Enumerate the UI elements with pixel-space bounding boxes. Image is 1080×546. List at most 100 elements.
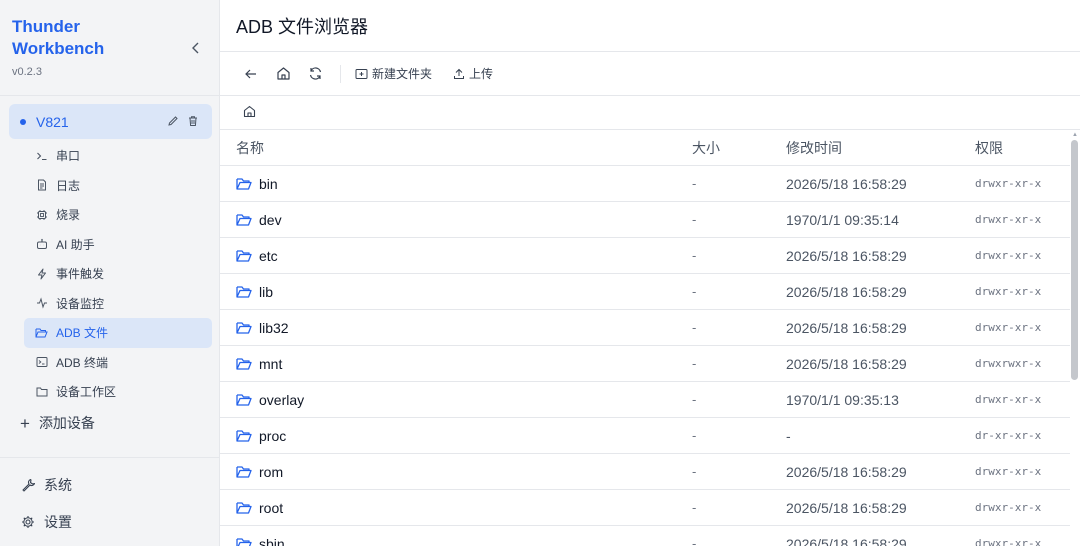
folder-icon (236, 356, 252, 372)
settings-button[interactable]: 设置 (20, 512, 72, 532)
file-modified: 1970/1/1 09:35:14 (786, 211, 899, 228)
column-name[interactable]: 名称 (220, 138, 676, 158)
file-permissions: drwxr-xr-x (975, 537, 1042, 546)
folder-icon (236, 464, 252, 480)
file-size: - (692, 464, 697, 479)
collapse-sidebar-button[interactable] (188, 40, 204, 56)
nav-label: 日志 (56, 178, 81, 193)
file-name-cell: proc (220, 428, 676, 444)
nav-label: ADB 终端 (56, 355, 109, 370)
upload-icon (452, 67, 465, 80)
refresh-icon[interactable] (306, 65, 324, 83)
add-device-label: 添加设备 (38, 415, 95, 431)
table-row[interactable]: mnt - 2026/5/18 16:58:29 drwxrwxr-x (220, 346, 1070, 382)
device-item[interactable]: V821 (9, 104, 212, 139)
app-title-line1: Thunder (12, 17, 80, 36)
new-folder-button[interactable]: 新建文件夹 (355, 65, 432, 82)
robot-icon (35, 238, 48, 251)
folder-icon (236, 176, 252, 192)
device-nav: 串口 日志 烧录 AI 助手 事件触发 设备监控 ADB 文件 ADB 终端 设… (24, 141, 212, 407)
file-name: lib (259, 283, 274, 300)
terminal-box-icon (35, 356, 48, 369)
app-title-line2: Workbench (12, 39, 105, 58)
settings-label: 设置 (44, 514, 72, 530)
file-permissions: drwxr-xr-x (975, 501, 1042, 514)
folder-icon (236, 428, 252, 444)
delete-device-icon[interactable] (186, 114, 200, 128)
folder-icon (236, 284, 252, 300)
toolbar: 新建文件夹 上传 (220, 52, 1080, 96)
scrollbar[interactable]: ▲ (1069, 130, 1080, 546)
file-permissions: drwxr-xr-x (975, 177, 1042, 190)
breadcrumb-home-icon[interactable] (243, 105, 256, 121)
plus-icon: + (20, 413, 30, 433)
file-name-cell: bin (220, 176, 676, 192)
nav-item-device-monitor[interactable]: 设备监控 (24, 289, 212, 319)
scroll-thumb[interactable] (1071, 140, 1078, 380)
table-row[interactable]: root - 2026/5/18 16:58:29 drwxr-xr-x (220, 490, 1070, 526)
file-name-cell: etc (220, 248, 676, 264)
nav-item-log[interactable]: 日志 (24, 171, 212, 201)
sidebar: Thunder Workbench v0.2.3 V821 串口 日志 烧录 A… (0, 0, 220, 546)
table-row[interactable]: proc - - dr-xr-xr-x (220, 418, 1070, 454)
file-name: root (259, 499, 284, 516)
upload-button[interactable]: 上传 (452, 65, 493, 82)
file-permissions: drwxrwxr-x (975, 357, 1042, 370)
breadcrumb (220, 96, 1080, 130)
column-modified[interactable]: 修改时间 (770, 138, 959, 158)
scroll-up-icon[interactable]: ▲ (1072, 132, 1078, 138)
edit-device-icon[interactable] (166, 114, 180, 128)
terminal-icon (35, 149, 48, 162)
file-name-cell: dev (220, 212, 676, 228)
nav-item-device-workspace[interactable]: 设备工作区 (24, 377, 212, 407)
nav-item-flash[interactable]: 烧录 (24, 200, 212, 230)
document-icon (35, 179, 48, 192)
file-name-cell: lib (220, 284, 676, 300)
home-icon[interactable] (274, 65, 292, 83)
back-icon[interactable] (242, 65, 260, 83)
lightning-icon (35, 267, 48, 280)
add-device-button[interactable]: + 添加设备 (20, 413, 95, 433)
folder-icon (35, 385, 48, 398)
file-name: bin (259, 175, 278, 192)
nav-item-adb-files[interactable]: ADB 文件 (24, 318, 212, 348)
nav-item-event-trigger[interactable]: 事件触发 (24, 259, 212, 289)
file-name-cell: overlay (220, 392, 676, 408)
table-row[interactable]: rom - 2026/5/18 16:58:29 drwxr-xr-x (220, 454, 1070, 490)
file-modified: 2026/5/18 16:58:29 (786, 463, 907, 480)
file-size: - (692, 320, 697, 335)
nav-label: 烧录 (56, 208, 81, 223)
table-row[interactable]: lib32 - 2026/5/18 16:58:29 drwxr-xr-x (220, 310, 1070, 346)
folder-open-icon (35, 326, 48, 339)
wrench-icon (20, 478, 35, 493)
file-name: overlay (259, 391, 305, 408)
table-header: 名称 大小 修改时间 权限 (220, 130, 1070, 166)
file-name-cell: root (220, 500, 676, 516)
table-row[interactable]: dev - 1970/1/1 09:35:14 drwxr-xr-x (220, 202, 1070, 238)
nav-item-serial[interactable]: 串口 (24, 141, 212, 171)
nav-label: AI 助手 (56, 237, 95, 252)
device-name: V821 (36, 113, 69, 130)
file-modified: 2026/5/18 16:58:29 (786, 175, 907, 192)
table-row[interactable]: sbin - 2026/5/18 16:58:29 drwxr-xr-x (220, 526, 1070, 546)
file-name: dev (259, 211, 282, 228)
table-row[interactable]: bin - 2026/5/18 16:58:29 drwxr-xr-x (220, 166, 1070, 202)
file-size: - (692, 356, 697, 371)
table-row[interactable]: overlay - 1970/1/1 09:35:13 drwxr-xr-x (220, 382, 1070, 418)
file-name-cell: sbin (220, 536, 676, 546)
table-row[interactable]: lib - 2026/5/18 16:58:29 drwxr-xr-x (220, 274, 1070, 310)
file-size: - (692, 392, 697, 407)
file-name: proc (259, 427, 287, 444)
file-modified: 2026/5/18 16:58:29 (786, 355, 907, 372)
file-name-cell: rom (220, 464, 676, 480)
column-permissions[interactable]: 权限 (959, 138, 1070, 158)
file-modified: 1970/1/1 09:35:13 (786, 391, 899, 408)
column-size[interactable]: 大小 (676, 138, 770, 158)
file-modified: - (786, 427, 791, 444)
table-row[interactable]: etc - 2026/5/18 16:58:29 drwxr-xr-x (220, 238, 1070, 274)
nav-item-ai-assistant[interactable]: AI 助手 (24, 230, 212, 260)
file-permissions: drwxr-xr-x (975, 285, 1042, 298)
nav-item-adb-terminal[interactable]: ADB 终端 (24, 348, 212, 378)
file-modified: 2026/5/18 16:58:29 (786, 499, 907, 516)
system-button[interactable]: 系统 (20, 475, 72, 495)
